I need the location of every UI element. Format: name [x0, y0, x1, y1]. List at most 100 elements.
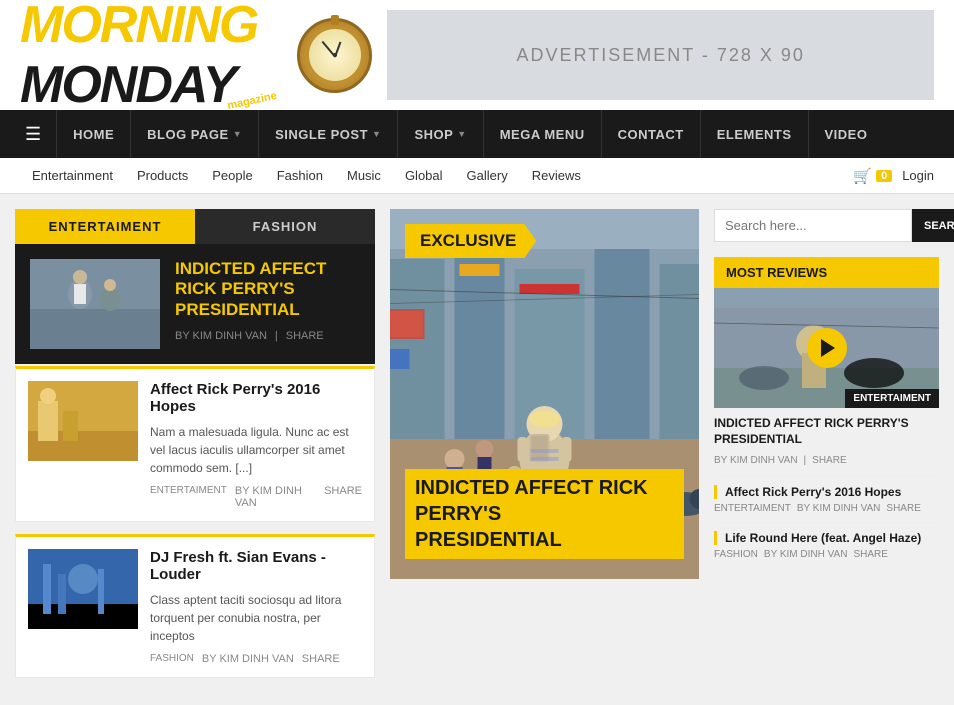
subnav-right: 🛒 0 Login — [853, 167, 934, 185]
nav-blog-arrow: ▼ — [233, 129, 242, 139]
article-meta-2: FASHION BY KIM DINH VAN SHARE — [150, 653, 362, 665]
header: MORNING MONDAY magazine ADVERTISEMENT - … — [0, 0, 954, 110]
tab-fashion[interactable]: FASHION — [195, 209, 375, 244]
featured-meta: BY KIM DINH VAN | SHARE — [175, 330, 360, 342]
search-button[interactable]: SEARCH — [912, 209, 954, 242]
review2-by: BY KIM DINH VAN — [797, 503, 881, 514]
mid-headline-wrap: INDICTED AFFECT RICK PERRY'S PRESIDENTIA… — [390, 469, 699, 559]
nav-contact[interactable]: CONTACT — [601, 110, 700, 158]
nav-shop-arrow: ▼ — [457, 129, 466, 139]
ad-section: ADVERTISEMENT - 728 X 90 — [297, 10, 934, 100]
logo-wrap: MORNING MONDAY magazine — [20, 0, 277, 115]
subnav: Entertainment Products People Fashion Mu… — [0, 158, 954, 194]
tab-entertaiment[interactable]: ENTERTAIMENT — [15, 209, 195, 244]
review3-meta: FASHION BY KIM DINH VAN SHARE — [714, 549, 939, 560]
subnav-reviews[interactable]: Reviews — [520, 158, 593, 194]
review2-share[interactable]: SHARE — [886, 503, 920, 514]
review1-sep: | — [804, 455, 807, 466]
featured-content: INDICTED AFFECT RICK PERRY'S PRESIDENTIA… — [175, 259, 360, 349]
subnav-gallery[interactable]: Gallery — [455, 158, 520, 194]
review3-title[interactable]: Life Round Here (feat. Angel Haze) — [714, 531, 939, 545]
article1-scene — [28, 381, 138, 461]
featured-img — [30, 259, 160, 349]
subnav-global[interactable]: Global — [393, 158, 455, 194]
clock-icon — [297, 18, 372, 93]
cart-button[interactable]: 🛒 0 — [853, 167, 892, 185]
review1-meta: BY KIM DINH VAN | SHARE — [714, 455, 939, 466]
article-img-1-bg — [28, 381, 138, 461]
review3-share[interactable]: SHARE — [853, 549, 887, 560]
featured-scene-svg — [30, 259, 160, 349]
article1-by: BY KIM DINH VAN — [235, 485, 316, 509]
review1-share[interactable]: SHARE — [812, 455, 846, 466]
main-layout: ENTERTAIMENT FASHION — [0, 194, 954, 705]
logo: MORNING MONDAY — [20, 0, 257, 115]
right-column: SEARCH MOST REVIEWS ENTER — [714, 209, 939, 690]
tabs: ENTERTAIMENT FASHION — [15, 209, 375, 244]
clock-face — [307, 27, 363, 83]
nav-blog[interactable]: BLOG PAGE ▼ — [130, 110, 258, 158]
subnav-fashion[interactable]: Fashion — [265, 158, 335, 194]
review-item-1: INDICTED AFFECT RICK PERRY'S PRESIDENTIA… — [714, 408, 939, 466]
subnav-music[interactable]: Music — [335, 158, 393, 194]
featured-img-bg — [30, 259, 160, 349]
logo-morning: MORNING — [20, 0, 257, 55]
article-title-1[interactable]: Affect Rick Perry's 2016 Hopes — [150, 381, 362, 415]
search-input[interactable] — [714, 209, 912, 242]
featured-share[interactable]: SHARE — [286, 330, 324, 342]
logo-monday: MONDAY — [20, 55, 257, 115]
article-card-2: DJ Fresh ft. Sian Evans - Louder Class a… — [15, 534, 375, 678]
mid-background: EXCLUSIVE INDICTED AFFECT RICK PERRY'S P… — [390, 209, 699, 579]
review1-title[interactable]: INDICTED AFFECT RICK PERRY'S PRESIDENTIA… — [714, 408, 939, 455]
subnav-people[interactable]: People — [200, 158, 264, 194]
article-img-1 — [28, 381, 138, 461]
nav-single[interactable]: SINGLE POST ▼ — [258, 110, 397, 158]
clock-knob — [331, 15, 339, 25]
article1-share[interactable]: SHARE — [324, 485, 362, 509]
play-button[interactable] — [807, 328, 847, 368]
article2-by: BY KIM DINH VAN — [202, 653, 294, 665]
article-content-2: DJ Fresh ft. Sian Evans - Louder Class a… — [150, 549, 362, 665]
article-title-2[interactable]: DJ Fresh ft. Sian Evans - Louder — [150, 549, 362, 583]
featured-card: INDICTED AFFECT RICK PERRY'S PRESIDENTIA… — [15, 244, 375, 364]
clock-center — [333, 53, 337, 57]
nav-single-arrow: ▼ — [372, 129, 381, 139]
featured-by: BY KIM DINH VAN — [175, 330, 267, 342]
article2-cat: FASHION — [150, 653, 194, 665]
subnav-entertainment[interactable]: Entertainment — [20, 158, 125, 194]
review2-meta: ENTERTAIMENT BY KIM DINH VAN SHARE — [714, 503, 939, 514]
left-column: ENTERTAIMENT FASHION — [15, 209, 375, 690]
article-text-2: Class aptent taciti sociosqu ad litora t… — [150, 591, 362, 645]
ad-banner: ADVERTISEMENT - 728 X 90 — [387, 10, 934, 100]
article2-share[interactable]: SHARE — [302, 653, 340, 665]
article2-scene — [28, 549, 138, 629]
subnav-products[interactable]: Products — [125, 158, 200, 194]
nav-elements[interactable]: ELEMENTS — [700, 110, 808, 158]
review3-by: BY KIM DINH VAN — [764, 549, 848, 560]
search-bar: SEARCH — [714, 209, 939, 242]
review-item-2: Affect Rick Perry's 2016 Hopes ENTERTAIM… — [714, 476, 939, 522]
review3-cat: FASHION — [714, 549, 758, 560]
featured-separator: | — [275, 330, 278, 342]
article-text-1: Nam a malesuada ligula. Nunc ac est vel … — [150, 423, 362, 477]
review-item-3: Life Round Here (feat. Angel Haze) FASHI… — [714, 522, 939, 568]
article-content-1: Affect Rick Perry's 2016 Hopes Nam a mal… — [150, 381, 362, 509]
mid-headline[interactable]: INDICTED AFFECT RICK PERRY'S PRESIDENTIA… — [405, 469, 684, 559]
article-img-2-bg — [28, 549, 138, 629]
article-card-1: Affect Rick Perry's 2016 Hopes Nam a mal… — [15, 366, 375, 522]
nav-mega[interactable]: MEGA MENU — [483, 110, 601, 158]
exclusive-badge: EXCLUSIVE — [405, 224, 536, 258]
nav-video[interactable]: VIDEO — [808, 110, 884, 158]
nav-shop[interactable]: SHOP ▼ — [397, 110, 482, 158]
article1-cat: ENTERTAIMENT — [150, 485, 227, 509]
review-video[interactable]: ENTERTAIMENT — [714, 288, 939, 408]
cart-badge: 0 — [876, 170, 892, 182]
nav-home[interactable]: HOME — [56, 110, 130, 158]
cart-icon: 🛒 — [853, 167, 872, 185]
login-link[interactable]: Login — [902, 168, 934, 183]
hamburger-menu[interactable]: ☰ — [10, 124, 56, 145]
article-img-2 — [28, 549, 138, 629]
middle-column: EXCLUSIVE INDICTED AFFECT RICK PERRY'S P… — [390, 209, 699, 690]
review2-title[interactable]: Affect Rick Perry's 2016 Hopes — [714, 485, 939, 499]
featured-title[interactable]: INDICTED AFFECT RICK PERRY'S PRESIDENTIA… — [175, 259, 360, 320]
